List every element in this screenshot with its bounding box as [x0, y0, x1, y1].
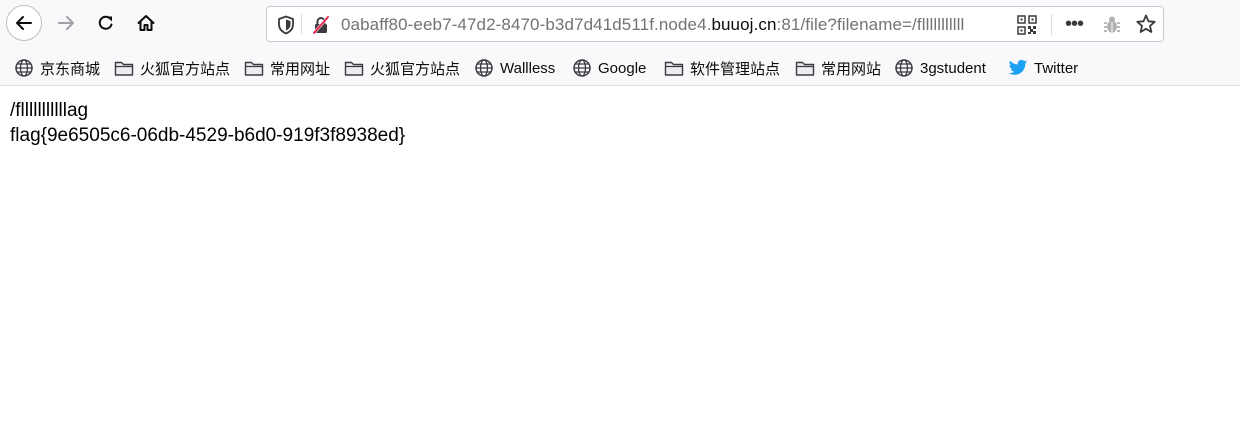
- page-content: /flllllllllllag flag{9e6505c6-06db-4529-…: [10, 98, 405, 148]
- url-separator-2: [1051, 14, 1052, 36]
- flag-line: flag{9e6505c6-06db-4529-b6d0-919f3f8938e…: [10, 125, 406, 146]
- home-icon: [137, 15, 155, 31]
- bookmark-item[interactable]: 京东商城: [14, 58, 100, 78]
- reload-icon: [98, 15, 113, 30]
- bug-extension-icon[interactable]: [1101, 14, 1123, 36]
- bookmark-label: 常用网站: [821, 60, 882, 78]
- qr-code-icon[interactable]: [1017, 15, 1037, 35]
- folder-icon: [344, 61, 364, 76]
- bookmark-folder[interactable]: 火狐官方站点: [114, 58, 230, 78]
- bookmark-label: Wallless: [500, 59, 556, 77]
- url-text[interactable]: 0abaff80-eeb7-47d2-8470-b3d7d41d511f.nod…: [341, 15, 1021, 37]
- bookmark-label: 常用网址: [270, 60, 331, 78]
- bookmark-folder[interactable]: 常用网址: [244, 58, 330, 78]
- folder-icon: [114, 61, 134, 76]
- bookmark-item[interactable]: Google: [572, 58, 646, 78]
- bookmark-item[interactable]: Twitter: [1008, 58, 1078, 78]
- globe-icon: [475, 59, 493, 77]
- folder-icon: [664, 61, 684, 76]
- url-bar[interactable]: 0abaff80-eeb7-47d2-8470-b3d7d41d511f.nod…: [266, 6, 1164, 42]
- reload-button[interactable]: [88, 5, 124, 41]
- url-suffix: :81/file?filename=/flllllllllll: [776, 15, 965, 34]
- bookmark-star-icon[interactable]: [1135, 13, 1157, 35]
- bookmark-label: 火狐官方站点: [370, 60, 461, 78]
- globe-icon: [15, 59, 33, 77]
- bookmark-label: 火狐官方站点: [140, 60, 231, 78]
- bookmark-label: 京东商城: [40, 60, 101, 78]
- bookmarks-toolbar: 京东商城 火狐官方站点 常用网址 火狐官方站点 Wallless Google …: [0, 50, 1240, 86]
- bookmark-folder[interactable]: 常用网站: [795, 58, 881, 78]
- insecure-lock-icon[interactable]: [311, 15, 331, 35]
- url-prefix: 0abaff80-eeb7-47d2-8470-b3d7d41d511f.nod…: [341, 15, 712, 34]
- url-host: buuoj.cn: [711, 15, 777, 34]
- tracking-shield-icon[interactable]: [277, 15, 295, 35]
- home-button[interactable]: [128, 5, 164, 41]
- forward-button[interactable]: [48, 5, 84, 41]
- folder-icon: [244, 61, 264, 76]
- back-button[interactable]: [6, 5, 42, 41]
- globe-icon: [895, 59, 913, 77]
- file-path-line: /flllllllllllag: [10, 100, 89, 121]
- globe-icon: [573, 59, 591, 77]
- bookmark-item[interactable]: Wallless: [474, 58, 555, 78]
- page-actions-more-icon[interactable]: •••: [1065, 13, 1084, 36]
- bookmark-label: 3gstudent: [920, 59, 986, 77]
- bookmark-label: Twitter: [1034, 59, 1079, 77]
- twitter-icon: [1008, 59, 1028, 75]
- url-separator: [301, 14, 302, 34]
- folder-icon: [795, 61, 815, 76]
- forward-arrow-icon: [58, 16, 74, 30]
- back-arrow-icon: [16, 16, 32, 30]
- bookmark-folder[interactable]: 软件管理站点: [664, 58, 780, 78]
- browser-toolbar: 0abaff80-eeb7-47d2-8470-b3d7d41d511f.nod…: [0, 0, 1240, 50]
- bookmark-label: Google: [598, 59, 647, 77]
- bookmark-folder[interactable]: 火狐官方站点: [344, 58, 460, 78]
- bookmark-item[interactable]: 3gstudent: [894, 58, 986, 78]
- bookmark-label: 软件管理站点: [690, 60, 781, 78]
